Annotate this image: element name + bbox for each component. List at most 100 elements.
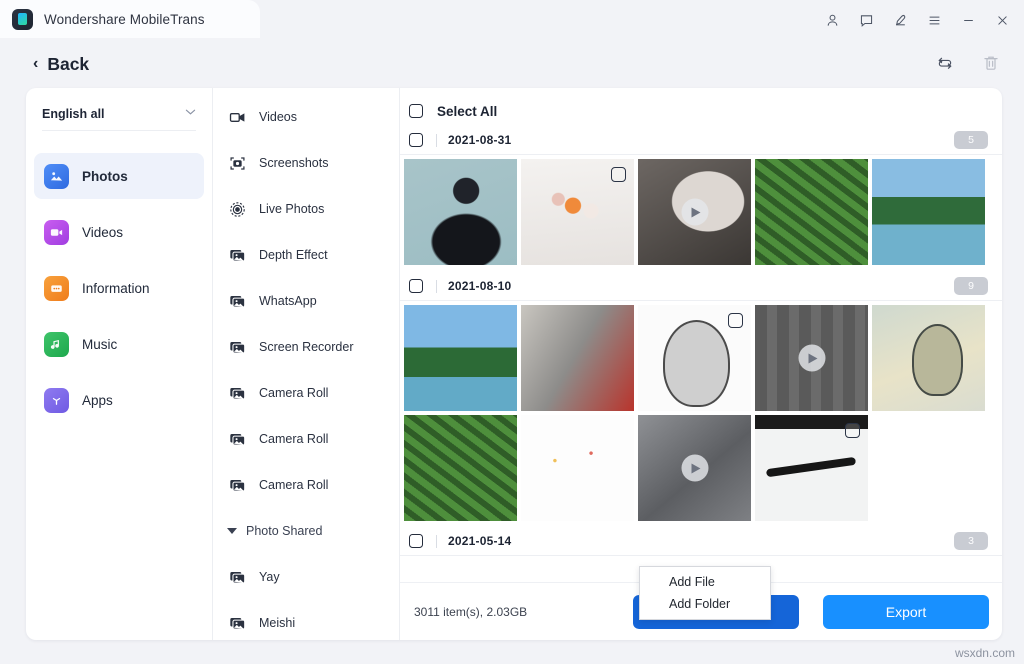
video-camera-icon — [228, 108, 247, 127]
photo-checkbox[interactable] — [728, 313, 743, 328]
album-group-photo-shared[interactable]: Photo Shared — [213, 508, 399, 554]
thumbnail-row — [400, 155, 1002, 265]
refresh-icon[interactable] — [932, 50, 958, 76]
album-item-label: Camera Roll — [259, 478, 328, 492]
photo-green-ivy[interactable] — [755, 159, 868, 265]
delete-icon[interactable] — [978, 50, 1004, 76]
photo-checkbox[interactable] — [845, 423, 860, 438]
album-item-label: Live Photos — [259, 202, 324, 216]
information-icon — [44, 276, 69, 301]
back-button[interactable]: ‹ Back — [33, 54, 89, 75]
sidebar-item-label: Apps — [82, 393, 113, 408]
app-logo-icon — [12, 9, 33, 30]
select-all-row[interactable]: Select All — [400, 96, 1002, 126]
menu-item-add-file[interactable]: Add File — [640, 571, 770, 593]
photos-icon — [44, 164, 69, 189]
menu-item-add-folder[interactable]: Add Folder — [640, 593, 770, 615]
photo-totoro-drawing[interactable] — [638, 305, 751, 411]
album-item-whatsapp[interactable]: WhatsApp — [213, 278, 399, 324]
album-item-videos[interactable]: Videos — [213, 94, 399, 140]
import-context-menu[interactable]: Add File Add Folder — [639, 566, 771, 620]
videos-icon — [44, 220, 69, 245]
photo-office-desk[interactable] — [521, 305, 634, 411]
album-item-meishi[interactable]: Meishi — [213, 600, 399, 640]
album-icon — [228, 568, 247, 587]
item-count-label: 3011 item(s), 2.03GB — [414, 605, 527, 619]
account-icon[interactable] — [816, 5, 848, 35]
album-item-camera-roll-1[interactable]: Camera Roll — [213, 370, 399, 416]
album-item-screen-recorder[interactable]: Screen Recorder — [213, 324, 399, 370]
close-icon[interactable] — [986, 5, 1018, 35]
app-window: Wondershare MobileTrans — [0, 0, 1024, 664]
play-icon[interactable] — [798, 345, 825, 372]
page-header: ‹ Back — [0, 40, 1024, 88]
sidebar-item-videos[interactable]: Videos — [34, 209, 204, 255]
album-list[interactable]: Videos Screenshots Live — [213, 88, 400, 640]
album-item-camera-roll-2[interactable]: Camera Roll — [213, 416, 399, 462]
date-group-header[interactable]: 2021-05-14 3 — [400, 527, 1002, 556]
photo-flowers-vase[interactable] — [521, 159, 634, 265]
thumbnail-row — [400, 301, 1002, 411]
sidebar-item-photos[interactable]: Photos — [34, 153, 204, 199]
group-checkbox[interactable] — [409, 133, 423, 147]
menu-icon[interactable] — [918, 5, 950, 35]
date-group-header[interactable]: 2021-08-31 5 — [400, 126, 1002, 155]
photo-hanging-tags[interactable] — [521, 415, 634, 521]
photo-checkbox[interactable] — [611, 167, 626, 182]
album-icon — [228, 384, 247, 403]
sidebar-item-label: Information — [82, 281, 150, 296]
group-checkbox[interactable] — [409, 534, 423, 548]
album-item-label: WhatsApp — [259, 294, 317, 308]
album-item-label: Camera Roll — [259, 432, 328, 446]
watermark: wsxdn.com — [955, 646, 1015, 660]
album-item-label: Videos — [259, 110, 297, 124]
sidebar-item-apps[interactable]: Apps — [34, 377, 204, 423]
album-item-label: Yay — [259, 570, 280, 584]
video-keyboard[interactable] — [755, 305, 868, 411]
video-airpods-case[interactable] — [638, 159, 751, 265]
language-selector[interactable]: English all — [42, 105, 196, 131]
export-button[interactable]: Export — [823, 595, 989, 629]
photo-person-black-coat[interactable] — [404, 159, 517, 265]
sidebar-nav: Photos Videos Information — [26, 143, 212, 423]
photo-green-ivy-2[interactable] — [404, 415, 517, 521]
sidebar-item-music[interactable]: Music — [34, 321, 204, 367]
video-phone-closeup[interactable] — [638, 415, 751, 521]
select-all-label: Select All — [437, 104, 497, 119]
play-icon[interactable] — [681, 199, 708, 226]
edit-icon[interactable] — [884, 5, 916, 35]
select-all-checkbox[interactable] — [409, 104, 423, 118]
back-label: Back — [47, 54, 89, 75]
album-item-depth-effect[interactable]: Depth Effect — [213, 232, 399, 278]
minimize-icon[interactable] — [952, 5, 984, 35]
group-count-badge: 9 — [954, 277, 988, 295]
date-group-header[interactable]: 2021-08-10 9 — [400, 272, 1002, 301]
live-photo-icon — [228, 200, 247, 219]
album-item-label: Meishi — [259, 616, 295, 630]
album-item-yay[interactable]: Yay — [213, 554, 399, 600]
sidebar-item-information[interactable]: Information — [34, 265, 204, 311]
language-value: English all — [42, 107, 105, 121]
app-tab[interactable]: Wondershare MobileTrans — [0, 0, 260, 38]
photo-grid-scroll[interactable]: 2021-08-31 5 2021-08-10 9 — [400, 126, 1002, 582]
music-icon — [44, 332, 69, 357]
photo-island-beach[interactable] — [404, 305, 517, 411]
photo-totoro-painting[interactable] — [872, 305, 985, 411]
triangle-down-icon — [227, 528, 237, 534]
photo-browser: Select All 2021-08-31 5 — [400, 88, 1002, 640]
album-item-live-photos[interactable]: Live Photos — [213, 186, 399, 232]
window-controls — [816, 0, 1018, 40]
album-item-screenshots[interactable]: Screenshots — [213, 140, 399, 186]
screenshot-icon — [228, 154, 247, 173]
play-icon[interactable] — [681, 455, 708, 482]
date-label: 2021-08-10 — [448, 279, 511, 293]
photo-tropical-beach[interactable] — [872, 159, 985, 265]
group-checkbox[interactable] — [409, 279, 423, 293]
feedback-icon[interactable] — [850, 5, 882, 35]
album-item-camera-roll-3[interactable]: Camera Roll — [213, 462, 399, 508]
photo-black-cable[interactable] — [755, 415, 868, 521]
album-item-label: Screen Recorder — [259, 340, 354, 354]
sidebar-item-label: Videos — [82, 225, 123, 240]
album-item-label: Camera Roll — [259, 386, 328, 400]
album-icon — [228, 338, 247, 357]
